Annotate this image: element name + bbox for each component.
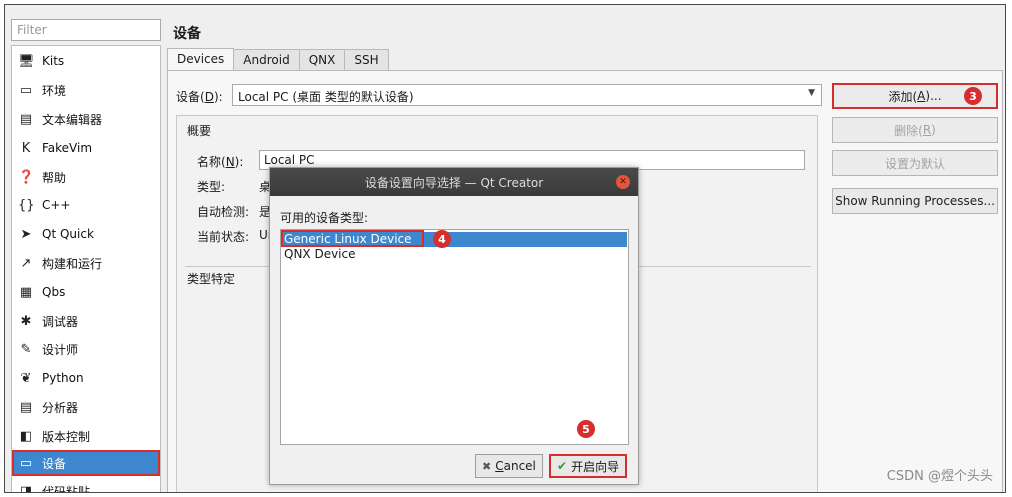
cancel-button[interactable]: ✖ Cancel [475, 454, 543, 478]
sidebar-item-debugger[interactable]: ✱ 调试器 [12, 308, 160, 334]
device-select[interactable]: Local PC (桌面 类型的默认设备) ▼ [232, 84, 822, 106]
page-title: 设备 [173, 26, 201, 42]
text-editor-icon: ▤ [19, 111, 33, 127]
sidebar-item-label: 设计师 [42, 342, 79, 357]
autodetect-label: 自动检测: [197, 205, 250, 219]
sidebar-item-cpp[interactable]: {} C++ [12, 192, 160, 218]
list-item-qnx[interactable]: QNX Device [282, 247, 627, 262]
overview-title: 概要 [187, 124, 212, 138]
help-icon: ❓ [18, 169, 35, 185]
name-label: 名称(N): [197, 155, 244, 169]
type-specific-title: 类型特定 [187, 272, 236, 286]
remove-device-button[interactable]: 删除(R) [832, 117, 998, 143]
version-control-icon: ◧ [19, 428, 33, 444]
cancel-icon: ✖ [482, 459, 492, 473]
qbs-icon: ▦ [19, 284, 33, 300]
devices-icon: ▭ [19, 455, 33, 471]
close-icon[interactable]: ✕ [616, 175, 630, 189]
sidebar-item-label: 设备 [42, 456, 67, 471]
designer-icon: ✎ [20, 341, 32, 357]
sidebar-item-python[interactable]: ❦ Python [12, 365, 160, 391]
sidebar-item-qt-quick[interactable]: ➤ Qt Quick [12, 221, 160, 247]
set-default-button[interactable]: 设置为默认 [832, 150, 998, 176]
kits-icon: 🖥 [18, 53, 35, 69]
qt-quick-icon: ➤ [20, 226, 32, 242]
sidebar-item-label: 调试器 [42, 314, 79, 329]
sidebar-item-label: 分析器 [42, 400, 79, 415]
step-badge-3: 3 [964, 87, 982, 105]
python-icon: ❦ [20, 370, 32, 386]
sidebar-item-label: Python [42, 371, 84, 385]
step-badge-4: 4 [433, 230, 451, 248]
debugger-icon: ✱ [20, 313, 32, 329]
step-badge-5: 5 [577, 420, 595, 438]
cpp-icon: {} [18, 197, 35, 213]
device-type-label: 可用的设备类型: [280, 211, 369, 225]
sidebar-item-analyzer[interactable]: ▤ 分析器 [12, 394, 160, 420]
tab-qnx[interactable]: QNX [298, 49, 346, 71]
sidebar-item-fakevim[interactable]: K FakeVim [12, 135, 160, 161]
type-label: 类型: [197, 180, 226, 194]
sidebar-item-label: 环境 [42, 83, 67, 98]
start-wizard-button[interactable]: ✔ 开启向导 [549, 454, 628, 478]
chevron-down-icon: ▼ [808, 88, 815, 98]
fakevim-icon: K [21, 140, 31, 156]
sidebar-item-label: 版本控制 [42, 429, 91, 444]
code-paste-icon: ◨ [19, 483, 33, 493]
checkmark-icon: ✔ [557, 459, 568, 473]
build-run-icon: ↗ [20, 255, 32, 271]
sidebar-item-label: Kits [42, 54, 65, 68]
sidebar-item-kits[interactable]: 🖥 Kits [12, 48, 160, 74]
device-select-value: Local PC (桌面 类型的默认设备) [238, 90, 414, 104]
sidebar-item-build-run[interactable]: ↗ 构建和运行 [12, 250, 160, 276]
sidebar-item-qbs[interactable]: ▦ Qbs [12, 279, 160, 305]
environment-icon: ▭ [19, 82, 33, 98]
sidebar-item-help[interactable]: ❓ 帮助 [12, 164, 160, 190]
sidebar-item-label: 帮助 [42, 170, 67, 185]
tab-bar: Devices Android QNX SSH [167, 48, 389, 71]
category-sidebar: 🖥 Kits ▭ 环境 ▤ 文本编辑器 K FakeVim ❓ 帮助 {} C++ ➤ Qt … [11, 45, 161, 493]
device-wizard-dialog: 设备设置向导选择 — Qt Creator ✕ 可用的设备类型: Generic… [269, 167, 639, 485]
tab-devices[interactable]: Devices [167, 48, 235, 71]
device-label: 设备(D): [176, 90, 223, 104]
sidebar-item-version-control[interactable]: ◧ 版本控制 [12, 423, 160, 449]
state-label: 当前状态: [197, 230, 250, 244]
sidebar-item-code-paste[interactable]: ◨ 代码粘贴 [12, 478, 160, 493]
sidebar-item-label: 文本编辑器 [42, 112, 103, 127]
sidebar-item-label: 代码粘贴 [42, 484, 91, 493]
tab-android[interactable]: Android [233, 49, 300, 71]
sidebar-item-label: Qbs [42, 285, 66, 299]
sidebar-item-devices[interactable]: ▭ 设备 [12, 450, 160, 476]
dialog-title: 设备设置向导选择 — Qt Creator [270, 168, 638, 196]
sidebar-item-label: FakeVim [42, 141, 93, 155]
sidebar-item-label: Qt Quick [42, 227, 94, 241]
sidebar-item-text-editor[interactable]: ▤ 文本编辑器 [12, 106, 160, 132]
watermark: CSDN @煜个头头 [886, 469, 993, 484]
highlight-box [281, 230, 424, 247]
sidebar-item-label: C++ [42, 198, 71, 212]
sidebar-item-environment[interactable]: ▭ 环境 [12, 77, 160, 103]
filter-input[interactable]: Filter [11, 19, 161, 41]
sidebar-item-label: 构建和运行 [42, 256, 103, 271]
analyzer-icon: ▤ [19, 399, 33, 415]
show-running-processes-button[interactable]: Show Running Processes... [832, 188, 998, 214]
tab-ssh[interactable]: SSH [344, 49, 389, 71]
device-type-list: Generic Linux Device QNX Device 4 5 [280, 229, 629, 445]
sidebar-item-designer[interactable]: ✎ 设计师 [12, 336, 160, 362]
